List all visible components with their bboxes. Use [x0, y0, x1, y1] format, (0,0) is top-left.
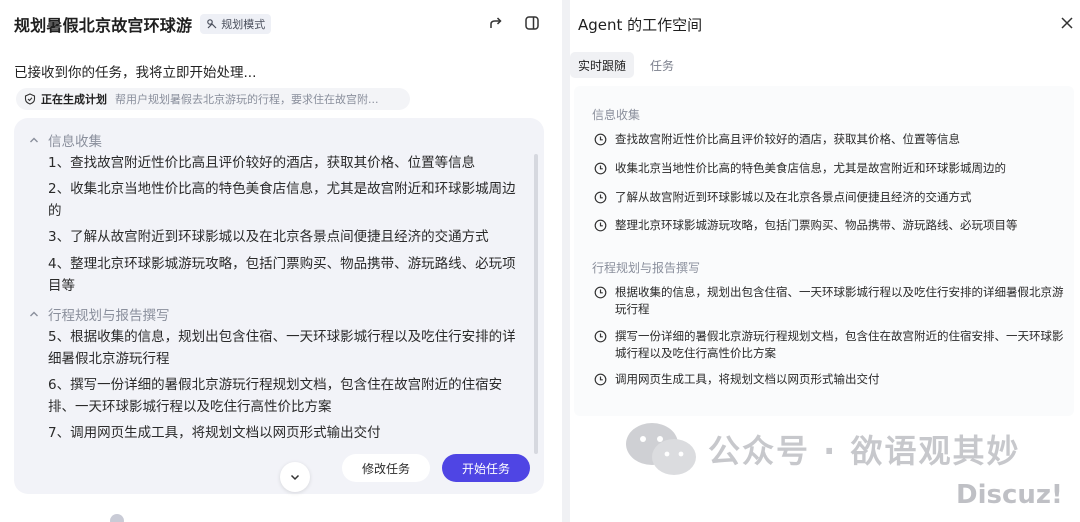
modify-task-button[interactable]: 修改任务: [341, 454, 430, 482]
plan-task: 6、撰写一份详细的暑假北京游玩行程规划文档，包含住在故宫附近的住宿安排、一天环球…: [48, 377, 503, 415]
workspace-tabs: 实时跟随 任务: [570, 52, 690, 78]
clock-icon: [594, 191, 607, 204]
pane-divider[interactable]: [562, 0, 570, 522]
feed-item: 了解从故宫附近到环球影城以及在北京各景点间便捷且经济的交通方式: [594, 189, 1066, 206]
feed-item: 调用网页生成工具，将规划文档以网页形式输出交付: [594, 371, 1066, 388]
plan-actions: 修改任务 开始任务: [341, 454, 530, 482]
plan-task: 5、根据收集的信息，规划出包含住宿、一天环球影城行程以及吃住行安排的详细暑假北京…: [48, 329, 516, 367]
feed-item: 整理北京环球影城游玩攻略，包括门票购买、物品携带、游玩路线、必玩项目等: [594, 217, 1066, 234]
start-task-button[interactable]: 开始任务: [441, 454, 530, 482]
tab-tasks[interactable]: 任务: [642, 52, 682, 78]
close-icon[interactable]: [1060, 16, 1074, 30]
clock-icon: [594, 162, 607, 175]
avatar: [110, 514, 124, 522]
plan-mode-label: 规划模式: [221, 18, 266, 31]
wechat-watermark: 公众号 · 欲语观其妙: [622, 420, 1020, 478]
plan-section-title: 行程规划与报告撰写: [48, 308, 170, 324]
header-actions: [488, 15, 540, 31]
live-feed: 信息收集 查找故宫附近性价比高且评价较好的酒店，获取其价格、位置等信息 收集北京…: [574, 86, 1074, 416]
wechat-logo-icon: [626, 423, 696, 475]
clock-icon: [594, 330, 607, 343]
chevron-up-icon: [30, 137, 38, 143]
clock-icon: [594, 133, 607, 146]
plan-task: 1、查找故宫附近性价比高且评价较好的酒店，获取其价格、位置等信息: [48, 155, 476, 171]
task-title: 规划暑假北京故宫环球游: [14, 16, 193, 35]
clock-icon: [594, 373, 607, 386]
feed-item-text: 查找故宫附近性价比高且评价较好的酒店，获取其价格、位置等信息: [615, 132, 960, 146]
split-view-icon[interactable]: [524, 15, 540, 31]
received-message: 已接收到你的任务，我将立即开始处理...: [14, 65, 257, 81]
share-icon[interactable]: [488, 15, 504, 31]
clock-icon: [594, 219, 607, 232]
status-label: 正在生成计划: [41, 93, 107, 106]
feed-item-text: 了解从故宫附近到环球影城以及在北京各景点间便捷且经济的交通方式: [615, 190, 972, 204]
plan-task: 7、调用网页生成工具，将规划文档以网页形式输出交付: [48, 425, 381, 441]
plan-section-header-itinerary[interactable]: 行程规划与报告撰写: [28, 304, 170, 324]
plan-task: 4、整理北京环球影城游玩攻略，包括门票购买、物品携带、游玩路线、必玩项目等: [48, 256, 516, 294]
plan-mode-icon: [207, 19, 217, 29]
chat-header: 规划暑假北京故宫环球游 规划模式: [14, 12, 272, 36]
feed-section-title: 行程规划与报告撰写: [592, 261, 701, 275]
feed-item: 收集北京当地性价比高的特色美食店信息，尤其是故宫附近和环球影城周边的: [594, 160, 1066, 177]
feed-item: 撰写一份详细的暑假北京游玩行程规划文档，包含住在故宫附近的住宿安排、一天环球影城…: [594, 328, 1066, 362]
clock-icon: [594, 286, 607, 299]
feed-section-title: 信息收集: [592, 108, 641, 122]
shield-check-icon: [24, 93, 36, 105]
workspace-title: Agent 的工作空间: [578, 16, 703, 34]
watermark-text: 公众号 · 欲语观其妙: [708, 432, 1021, 470]
chevron-up-icon: [30, 311, 38, 317]
chat-pane: 规划暑假北京故宫环球游 规划模式 已接收到你的任务，我将立即开始处理... 正在…: [0, 0, 562, 522]
scrollbar[interactable]: [534, 154, 538, 454]
plan-task: 2、收集北京当地性价比高的特色美食店信息，尤其是故宫附近和环球影城周边的: [48, 181, 516, 219]
chevron-down-icon: [290, 474, 300, 481]
forum-watermark: Discuz!: [956, 480, 1063, 510]
plan-task: 3、了解从故宫附近到环球影城以及在北京各景点间便捷且经济的交通方式: [48, 229, 489, 245]
status-chip[interactable]: 正在生成计划 帮用户规划暑假去北京游玩的行程，要求住在故宫附...: [16, 88, 410, 110]
feed-item-text: 收集北京当地性价比高的特色美食店信息，尤其是故宫附近和环球影城周边的: [615, 161, 1006, 175]
plan-mode-badge[interactable]: 规划模式: [200, 14, 272, 34]
feed-item: 根据收集的信息，规划出包含住宿、一天环球影城行程以及吃住行安排的详细暑假北京游玩…: [594, 284, 1066, 318]
tab-live-follow[interactable]: 实时跟随: [570, 52, 635, 78]
plan-section-title: 信息收集: [48, 134, 102, 150]
status-description: 帮用户规划暑假去北京游玩的行程，要求住在故宫附...: [115, 93, 379, 106]
feed-item-text: 根据收集的信息，规划出包含住宿、一天环球影城行程以及吃住行安排的详细暑假北京游玩…: [615, 285, 1064, 316]
plan-section-header-info[interactable]: 信息收集: [28, 130, 102, 150]
plan-card: 信息收集 1、查找故宫附近性价比高且评价较好的酒店，获取其价格、位置等信息 2、…: [14, 118, 544, 494]
scroll-down-button[interactable]: [280, 462, 310, 492]
feed-item-text: 撰写一份详细的暑假北京游玩行程规划文档，包含住在故宫附近的住宿安排、一天环球影城…: [615, 329, 1064, 360]
feed-item-text: 整理北京环球影城游玩攻略，包括门票购买、物品携带、游玩路线、必玩项目等: [615, 218, 1018, 232]
feed-item: 查找故宫附近性价比高且评价较好的酒店，获取其价格、位置等信息: [594, 131, 1066, 148]
feed-item-text: 调用网页生成工具，将规划文档以网页形式输出交付: [615, 372, 880, 386]
